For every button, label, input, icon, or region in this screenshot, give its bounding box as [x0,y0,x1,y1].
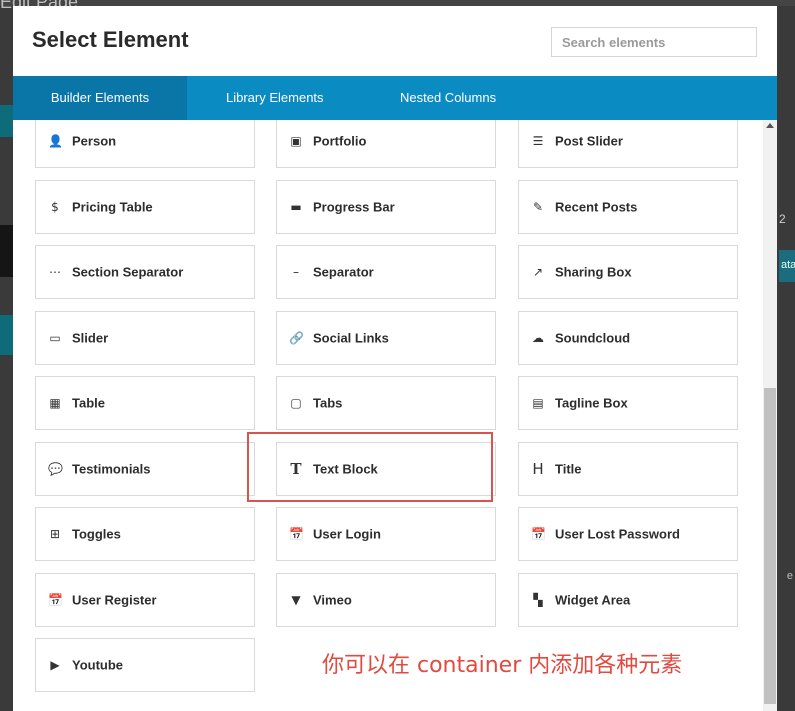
slider-icon: ▭ [49,330,61,345]
element-user-lost-password[interactable]: 📅 User Lost Password [518,507,738,561]
element-label: Portfolio [313,133,367,149]
share-icon: ↗ [532,265,544,279]
tagline-box-icon: ▤ [532,396,544,410]
element-label: Title [555,461,582,476]
element-table[interactable]: ▦ Table [35,376,255,430]
element-vimeo[interactable]: ▼ Vimeo [276,572,496,627]
element-label: Sharing Box [555,264,632,280]
calendar-check-icon: 📅 [48,592,63,607]
element-label: Tagline Box [555,395,628,411]
modal-title: Select Element [32,27,189,52]
heading-icon: H [532,459,544,478]
element-label: Youtube [72,657,124,673]
scrollbar[interactable] [763,120,777,711]
element-slider[interactable]: ▭ Slider [35,310,255,365]
element-label: Post Slider [555,133,623,149]
element-label: Testimonials [72,461,151,476]
background-text: e [786,570,793,582]
element-label: User Login [313,526,381,542]
select-element-modal: Select Element Builder Elements Library … [13,6,777,711]
highlight-box [247,432,493,502]
element-label: Soundcloud [555,330,631,345]
element-label: Pricing Table [72,199,153,214]
background-button [0,315,13,355]
background-text: 2 [779,212,786,226]
element-label: Recent Posts [555,199,638,214]
element-label: User Register [72,592,157,607]
dollar-icon: $ [51,199,59,214]
element-toggles[interactable]: ⊞ Toggles [35,507,255,561]
element-widget-area[interactable]: ▚ Widget Area [518,572,738,627]
element-tabs[interactable]: ▢ Tabs [276,376,496,430]
element-separator[interactable]: – Separator [276,245,496,299]
element-label: Widget Area [555,592,631,607]
calendar-check-icon: 📅 [289,527,304,541]
element-tagline-box[interactable]: ▤ Tagline Box [518,376,738,430]
element-soundcloud[interactable]: ☁ Soundcloud [518,310,738,365]
dash-icon: – [293,265,299,279]
element-pricing-table[interactable]: $ Pricing Table [35,179,255,234]
tab-library-elements[interactable]: Library Elements [226,76,324,120]
element-label: Person [72,133,117,149]
modal-header: Select Element [13,6,777,76]
background-chip: ata [779,250,795,282]
search-elements-input[interactable] [551,27,757,57]
element-label: Slider [72,330,109,345]
speech-bubble-icon: 💬 [48,461,63,476]
element-label: Section Separator [72,264,184,280]
elements-grid: 👤 Person ▣ Portfolio ☰ Post Slider $ Pricing Ta… [13,120,763,711]
portfolio-icon: ▣ [290,134,302,148]
scroll-up-arrow-icon[interactable] [766,123,774,128]
post-slider-icon: ☰ [532,134,544,148]
element-recent-posts[interactable]: ✎ Recent Posts [518,179,738,234]
tab-nested-columns[interactable]: Nested Columns [400,76,496,120]
element-label: Social Links [313,330,389,345]
tab-builder-elements[interactable]: Builder Elements [13,76,187,128]
element-label: Toggles [72,526,121,542]
youtube-icon: ▶ [50,658,60,672]
element-social-links[interactable]: 🔗 Social Links [276,310,496,365]
element-user-login[interactable]: 📅 User Login [276,507,496,561]
element-sharing-box[interactable]: ↗ Sharing Box [518,245,738,299]
ellipsis-icon: ⋯ [49,265,61,279]
calendar-check-icon: 📅 [531,527,546,541]
progress-bar-icon: ▬ [290,199,302,214]
link-icon: 🔗 [289,330,304,345]
table-icon: ▦ [49,396,61,410]
vimeo-icon: ▼ [291,592,301,607]
element-label: Progress Bar [313,199,395,214]
element-progress-bar[interactable]: ▬ Progress Bar [276,179,496,234]
element-title[interactable]: H Title [518,441,738,496]
element-portfolio[interactable]: ▣ Portfolio [276,120,496,168]
element-section-separator[interactable]: ⋯ Section Separator [35,245,255,299]
element-tabs: Builder Elements Library Elements Nested… [13,76,777,128]
element-label: User Lost Password [555,526,680,542]
widget-icon: ▚ [533,592,543,607]
background-button [0,105,13,137]
element-label: Tabs [313,395,343,411]
element-youtube[interactable]: ▶ Youtube [35,638,255,692]
element-label: Separator [313,264,374,280]
background-block [0,225,13,277]
element-person[interactable]: 👤 Person [35,120,255,168]
element-post-slider[interactable]: ☰ Post Slider [518,120,738,168]
element-user-register[interactable]: 📅 User Register [35,572,255,627]
person-icon: 👤 [48,134,63,148]
soundcloud-icon: ☁ [532,330,544,345]
element-label: Table [72,395,105,411]
annotation-text: 你可以在 container 内添加各种元素 [322,653,683,678]
scrollbar-thumb[interactable] [764,388,776,704]
feather-icon: ✎ [532,199,544,214]
plus-square-icon: ⊞ [49,527,61,541]
element-label: Vimeo [313,592,352,607]
element-testimonials[interactable]: 💬 Testimonials [35,441,255,496]
folder-icon: ▢ [290,396,302,410]
